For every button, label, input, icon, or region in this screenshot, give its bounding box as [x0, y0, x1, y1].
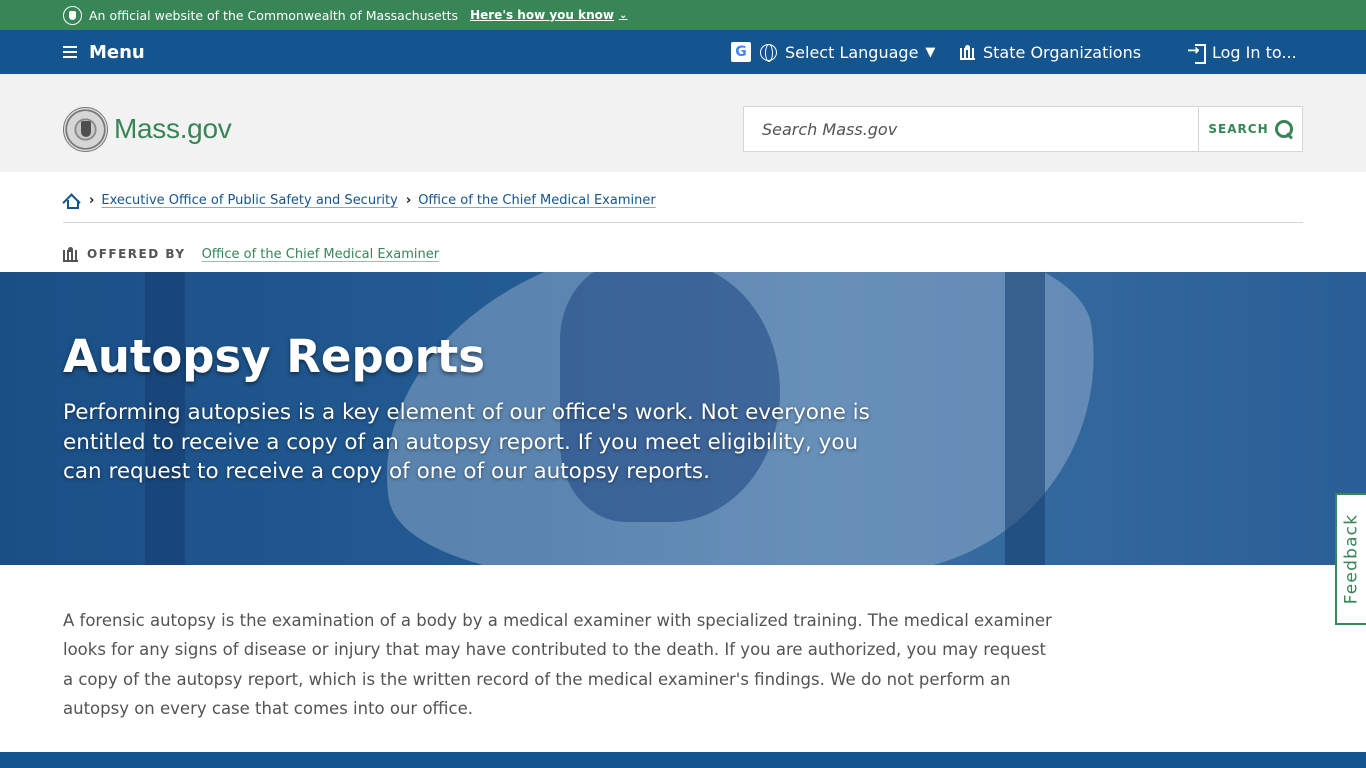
- chevron-right-icon: ›: [89, 192, 95, 208]
- offered-by-org-link[interactable]: Office of the Chief Medical Examiner: [202, 247, 440, 262]
- login-label: Log In to...: [1212, 42, 1297, 62]
- state-seal-icon: [63, 5, 82, 25]
- search-input[interactable]: [743, 106, 1198, 152]
- footer-bar: [0, 752, 1366, 768]
- home-icon[interactable]: [63, 193, 79, 209]
- utility-nav: Menu G Select Language ▼ State Organizat…: [0, 30, 1366, 74]
- offered-by: OFFERED BY Office of the Chief Medical E…: [63, 244, 439, 264]
- state-organizations-label: State Organizations: [983, 42, 1142, 62]
- offered-by-label: OFFERED BY: [87, 247, 186, 261]
- page-subtitle: Performing autopsies is a key element of…: [63, 400, 870, 484]
- login-button[interactable]: Log In to...: [1187, 30, 1297, 74]
- divider: [63, 222, 1303, 223]
- breadcrumb: › Executive Office of Public Safety and …: [63, 190, 664, 210]
- feedback-tab[interactable]: Feedback: [1335, 493, 1366, 625]
- menu-button[interactable]: Menu: [63, 30, 145, 74]
- feedback-label: Feedback: [1341, 513, 1362, 605]
- login-icon: [1187, 41, 1206, 64]
- state-organizations-button[interactable]: State Organizations: [960, 30, 1141, 74]
- state-seal-logo-icon: [63, 106, 108, 152]
- hero-banner: Autopsy Reports Performing autopsies is …: [0, 272, 1366, 565]
- search-button-label: SEARCH: [1208, 122, 1269, 136]
- heres-how-you-know-label: Here's how you know: [470, 8, 615, 22]
- globe-icon: [760, 43, 777, 62]
- page-title: Autopsy Reports: [63, 330, 486, 383]
- building-icon: [960, 44, 975, 60]
- logo-text: Mass.gov: [114, 113, 232, 144]
- building-icon: [63, 246, 78, 262]
- chevron-down-icon: ⌄: [619, 9, 628, 21]
- intro-paragraph: A forensic autopsy is the examination of…: [63, 611, 1052, 718]
- chevron-down-icon: ▼: [925, 44, 936, 60]
- heres-how-you-know-link[interactable]: Here's how you know ⌄: [470, 8, 627, 22]
- select-language-button[interactable]: G Select Language ▼: [731, 30, 935, 74]
- select-language-label: Select Language: [785, 42, 919, 62]
- chevron-right-icon: ›: [405, 192, 412, 208]
- official-banner-text: An official website of the Commonwealth …: [89, 7, 459, 23]
- official-banner: An official website of the Commonwealth …: [0, 0, 1366, 30]
- hamburger-icon: [63, 46, 77, 58]
- mass-gov-logo-link[interactable]: Mass.gov: [63, 106, 232, 152]
- site-header: Mass.gov SEARCH: [0, 74, 1366, 172]
- search-button[interactable]: SEARCH: [1198, 106, 1303, 152]
- menu-label: Menu: [89, 41, 145, 63]
- breadcrumb-link[interactable]: Office of the Chief Medical Examiner: [418, 193, 656, 208]
- search-form: SEARCH: [743, 106, 1303, 152]
- search-icon: [1274, 120, 1293, 138]
- google-translate-icon: G: [731, 42, 751, 62]
- breadcrumb-link[interactable]: Executive Office of Public Safety and Se…: [101, 193, 397, 208]
